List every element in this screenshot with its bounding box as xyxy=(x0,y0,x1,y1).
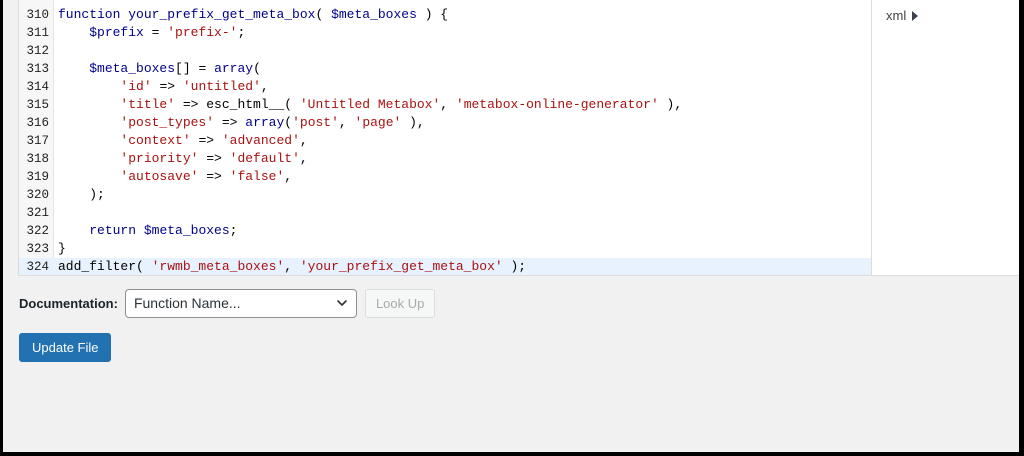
line-number: 310 xyxy=(26,8,49,22)
code-text: 'autosave' => 'false', xyxy=(120,169,293,184)
code-text: function your_prefix_get_meta_box( $meta… xyxy=(58,7,449,22)
code-text: 'title' => esc_html__( 'Untitled Metabox… xyxy=(120,97,683,112)
line-number: 313 xyxy=(26,62,49,76)
file-tree-panel: xml xyxy=(872,0,1019,276)
code-line[interactable]: 320 ); xyxy=(19,186,871,204)
code-text: } xyxy=(58,241,66,256)
function-name-select-value: Function Name... xyxy=(133,295,241,311)
file-tree-item-label: xml xyxy=(886,8,907,23)
line-number: 323 xyxy=(26,242,49,256)
caret-right-icon xyxy=(912,10,919,21)
line-number: 311 xyxy=(26,26,49,40)
line-number: 312 xyxy=(26,44,49,58)
code-text: return $meta_boxes; xyxy=(89,223,238,238)
code-line[interactable]: 313 $meta_boxes[] = array( xyxy=(19,60,871,78)
function-name-select[interactable]: Function Name... xyxy=(124,289,357,318)
line-number: 314 xyxy=(26,80,49,94)
line-number: 319 xyxy=(26,170,49,184)
documentation-row: Documentation: Function Name... Look Up xyxy=(19,289,436,318)
line-number: 316 xyxy=(26,116,49,130)
code-text: $prefix = 'prefix-'; xyxy=(89,25,246,40)
code-line[interactable]: 316 'post_types' => array('post', 'page'… xyxy=(19,114,871,132)
line-number: 322 xyxy=(26,224,49,238)
code-lines: 310 function your_prefix_get_meta_box( $m… xyxy=(19,6,871,275)
line-number: 320 xyxy=(26,188,49,202)
code-text: 'post_types' => array('post', 'page' ), xyxy=(120,115,425,130)
code-text: 'id' => 'untitled', xyxy=(120,79,269,94)
look-up-button[interactable]: Look Up xyxy=(364,289,436,318)
file-tree-item-xml[interactable]: xml xyxy=(886,8,919,23)
code-line[interactable]: 315 'title' => esc_html__( 'Untitled Met… xyxy=(19,96,871,114)
code-line[interactable]: 311 $prefix = 'prefix-'; xyxy=(19,24,871,42)
line-number: 317 xyxy=(26,134,49,148)
code-line[interactable]: 319 'autosave' => 'false', xyxy=(19,168,871,186)
code-text: 'priority' => 'default', xyxy=(120,151,308,166)
code-line[interactable]: 324 add_filter( 'rwmb_meta_boxes', 'your_… xyxy=(19,258,871,275)
documentation-label: Documentation: xyxy=(19,296,118,311)
line-number: 321 xyxy=(26,206,49,220)
theme-editor-frame: 310 function your_prefix_get_meta_box( $m… xyxy=(3,0,1019,452)
line-number: 324 xyxy=(26,260,49,274)
code-line[interactable]: 312 xyxy=(19,42,871,60)
code-line[interactable]: 318 'priority' => 'default', xyxy=(19,150,871,168)
code-text: ); xyxy=(58,187,105,202)
code-line[interactable]: 314 'id' => 'untitled', xyxy=(19,78,871,96)
code-line[interactable]: 323} xyxy=(19,240,871,258)
code-line[interactable]: 321 xyxy=(19,204,871,222)
code-line[interactable]: 317 'context' => 'advanced', xyxy=(19,132,871,150)
code-text: add_filter( 'rwmb_meta_boxes', 'your_pre… xyxy=(58,259,527,274)
code-line[interactable]: 310 function your_prefix_get_meta_box( $m… xyxy=(19,6,871,24)
update-file-button[interactable]: Update File xyxy=(19,333,112,362)
line-number: 315 xyxy=(26,98,49,112)
code-editor[interactable]: 310 function your_prefix_get_meta_box( $m… xyxy=(18,0,872,276)
code-text: $meta_boxes[] = array( xyxy=(89,61,261,76)
code-text: 'context' => 'advanced', xyxy=(120,133,308,148)
chevron-down-icon xyxy=(337,300,347,306)
code-line[interactable]: 322 return $meta_boxes; xyxy=(19,222,871,240)
line-number: 318 xyxy=(26,152,49,166)
